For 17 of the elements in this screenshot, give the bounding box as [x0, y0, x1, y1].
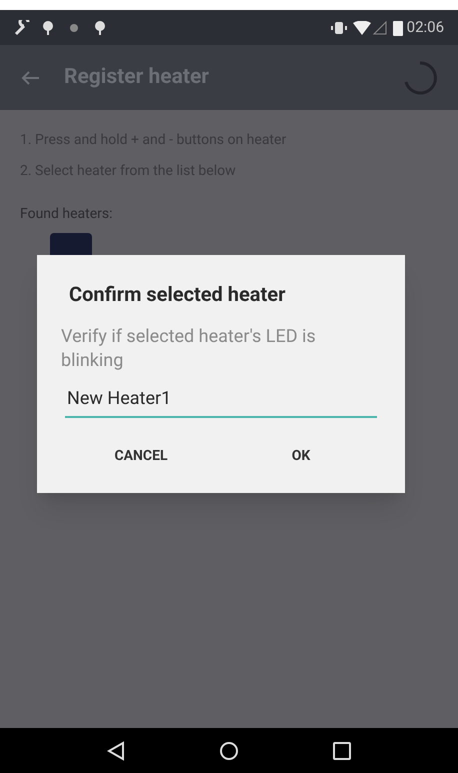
- dialog-button[interactable]: CANCEL: [61, 440, 221, 473]
- home-icon[interactable]: [219, 740, 239, 760]
- vibrate-icon: [330, 20, 347, 36]
- dialog-button[interactable]: OK: [221, 440, 381, 473]
- battery-icon: [392, 20, 403, 36]
- clock: 02:06: [406, 17, 444, 38]
- back-icon[interactable]: [107, 740, 125, 760]
- heater-name-field[interactable]: New Heater1: [65, 385, 377, 418]
- wifi-icon: [352, 20, 371, 34]
- dialog-message: Verify if selected heater's LED is blinking: [61, 325, 317, 373]
- notification-icon: [94, 20, 106, 36]
- recents-icon[interactable]: [333, 742, 351, 760]
- signal-icon: [372, 20, 387, 34]
- notification-icon: [42, 20, 54, 36]
- notification-icon: [68, 22, 80, 34]
- dialog-title: Confirm selected heater: [69, 281, 286, 308]
- spinner-icon: [402, 60, 438, 96]
